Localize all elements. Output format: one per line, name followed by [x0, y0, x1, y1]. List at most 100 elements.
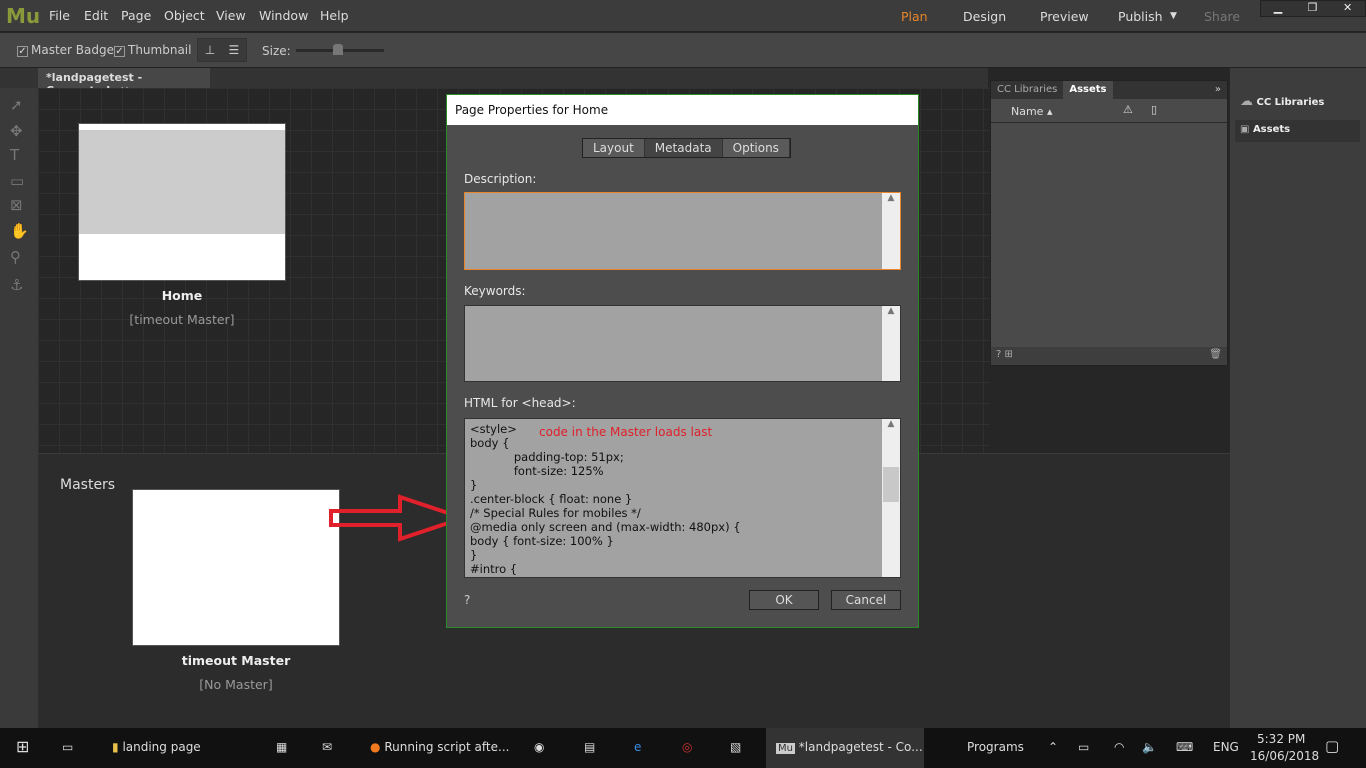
page-icon[interactable]: ▯: [1151, 103, 1157, 116]
plan-toolbar: ✓ Master Badge ✓ Thumbnail ⊥ ☰ Size:: [0, 33, 1366, 68]
menu-bar: Mu File Edit Page Object View Window Hel…: [0, 0, 1366, 32]
minimize-icon[interactable]: ▁: [1274, 1, 1282, 16]
right-panel-dock: ☁ CC Libraries ▣ Assets: [1230, 68, 1366, 728]
help-icon[interactable]: ?: [996, 349, 1001, 360]
annotation-text: code in the Master loads last: [539, 425, 713, 439]
language-indicator[interactable]: ENG: [1213, 740, 1239, 754]
tab-cc-libraries[interactable]: CC Libraries: [991, 81, 1063, 99]
text-tool-icon[interactable]: T: [10, 146, 19, 164]
trash-icon[interactable]: 🗑: [1209, 349, 1222, 360]
programs-toolbar[interactable]: Programs: [967, 740, 1024, 754]
taskbar-label: Running script afte...: [384, 740, 510, 754]
panel-cc-libraries[interactable]: ☁ CC Libraries: [1240, 94, 1324, 109]
zoom-tool-icon[interactable]: ⚲: [10, 248, 21, 266]
calendar-icon[interactable]: ▤: [584, 740, 595, 754]
description-field[interactable]: ▲: [464, 192, 901, 270]
image-frame-icon[interactable]: ⊠: [10, 196, 23, 214]
mail-icon[interactable]: ✉: [322, 740, 332, 754]
clock-time[interactable]: 5:32 PM: [1257, 732, 1305, 746]
app-icon[interactable]: ▧: [730, 740, 741, 754]
page-name[interactable]: Home: [78, 288, 286, 303]
size-label: Size:: [262, 44, 291, 58]
document-tab[interactable]: *landpagetest - Converted ✕: [38, 68, 210, 97]
hand-tool-icon[interactable]: ✋: [10, 222, 29, 240]
taskbar-landing-page[interactable]: ▮ landing page: [112, 740, 201, 754]
add-icon[interactable]: ⊞: [1005, 349, 1013, 360]
sitemap-icon[interactable]: ⊥: [205, 43, 215, 57]
panel-assets[interactable]: ▣ Assets: [1235, 120, 1360, 142]
thumbnail-checkbox[interactable]: ✓ Thumbnail: [114, 43, 191, 57]
keywords-field[interactable]: ▲: [464, 305, 901, 382]
page-thumbnail-home[interactable]: [78, 123, 286, 281]
rectangle-tool-icon[interactable]: ▭: [10, 172, 24, 190]
tab-metadata[interactable]: Metadata: [644, 139, 723, 157]
size-slider[interactable]: [296, 44, 384, 55]
scrollbar-thumb[interactable]: [883, 467, 899, 502]
close-icon[interactable]: ✕: [1343, 1, 1352, 16]
edge-icon[interactable]: e: [634, 740, 641, 754]
tree-list-icon[interactable]: ☰: [229, 43, 240, 57]
keyboard-icon[interactable]: ⌨: [1176, 740, 1193, 754]
anchor-tool-icon[interactable]: ⚓: [10, 276, 23, 294]
keywords-value: [465, 306, 900, 312]
slider-handle[interactable]: [333, 44, 343, 55]
scrollbar[interactable]: ▲: [882, 193, 900, 269]
menu-object[interactable]: Object: [164, 8, 205, 23]
panel-menu-icon[interactable]: »: [1209, 81, 1227, 99]
dialog-tabs: Layout Metadata Options: [582, 138, 791, 158]
chevron-up-icon[interactable]: ⌃: [1048, 740, 1058, 754]
mode-publish[interactable]: Publish: [1118, 9, 1163, 24]
mode-design[interactable]: Design: [963, 9, 1006, 24]
taskbar-muse[interactable]: Mu *landpagetest - Co...: [766, 728, 924, 768]
taskbar-label: landing page: [122, 740, 201, 754]
chevron-down-icon[interactable]: ▼: [1170, 11, 1177, 21]
clock-date[interactable]: 16/06/2018: [1250, 749, 1319, 763]
masters-heading: Masters: [60, 477, 116, 493]
task-view-icon[interactable]: ▭: [62, 740, 73, 754]
warning-icon[interactable]: ⚠: [1123, 103, 1133, 116]
menu-file[interactable]: File: [49, 8, 70, 23]
menu-window[interactable]: Window: [259, 8, 308, 23]
dialog-title: Page Properties for Home: [447, 95, 918, 125]
notifications-icon[interactable]: ▢: [1325, 737, 1339, 755]
restore-icon[interactable]: ❐: [1308, 1, 1318, 16]
selection-tool-icon[interactable]: ➚: [10, 96, 23, 114]
battery-icon[interactable]: ▭: [1078, 740, 1089, 754]
mode-share[interactable]: Share: [1204, 9, 1240, 24]
assets-panel: CC Libraries Assets » Name ▴ ⚠ ▯ ? ⊞ 🗑: [990, 80, 1228, 366]
mode-preview[interactable]: Preview: [1040, 9, 1089, 24]
description-value: [465, 193, 900, 199]
master-thumbnail[interactable]: [132, 489, 340, 646]
keywords-label: Keywords:: [464, 284, 526, 298]
master-name[interactable]: timeout Master: [132, 653, 340, 668]
app-icon[interactable]: ◎: [682, 740, 692, 754]
wifi-icon[interactable]: ◠: [1114, 740, 1124, 754]
unreal-icon[interactable]: ◉: [534, 740, 544, 754]
menu-help[interactable]: Help: [320, 8, 349, 23]
name-column-header[interactable]: Name: [1011, 105, 1043, 118]
creative-cloud-icon: ☁: [1240, 94, 1253, 109]
head-html-label: HTML for <head>:: [464, 396, 576, 410]
menu-view[interactable]: View: [216, 8, 246, 23]
master-badge-label: Master Badge: [31, 43, 114, 57]
tab-options[interactable]: Options: [722, 139, 790, 157]
head-html-field[interactable]: <style> body { padding-top: 51px; font-s…: [464, 418, 901, 578]
ok-button[interactable]: OK: [749, 590, 819, 610]
mode-plan[interactable]: Plan: [901, 9, 928, 24]
menu-page[interactable]: Page: [121, 8, 151, 23]
crop-tool-icon[interactable]: ✥: [10, 122, 23, 140]
store-icon[interactable]: ▦: [276, 740, 287, 754]
tab-assets[interactable]: Assets: [1063, 81, 1113, 99]
scrollbar[interactable]: ▲: [882, 419, 900, 577]
menu-edit[interactable]: Edit: [84, 8, 108, 23]
scrollbar[interactable]: ▲: [882, 306, 900, 381]
head-html-code: <style> body { padding-top: 51px; font-s…: [470, 422, 741, 576]
windows-start-icon[interactable]: ⊞: [16, 737, 29, 756]
cancel-button[interactable]: Cancel: [831, 590, 901, 610]
muse-icon: Mu: [776, 743, 795, 754]
taskbar-firefox[interactable]: ● Running script afte...: [370, 740, 509, 754]
help-icon[interactable]: ?: [464, 593, 470, 607]
tab-layout[interactable]: Layout: [583, 139, 645, 157]
volume-icon[interactable]: 🔈: [1142, 740, 1157, 754]
master-badge-checkbox[interactable]: ✓ Master Badge: [17, 43, 114, 57]
